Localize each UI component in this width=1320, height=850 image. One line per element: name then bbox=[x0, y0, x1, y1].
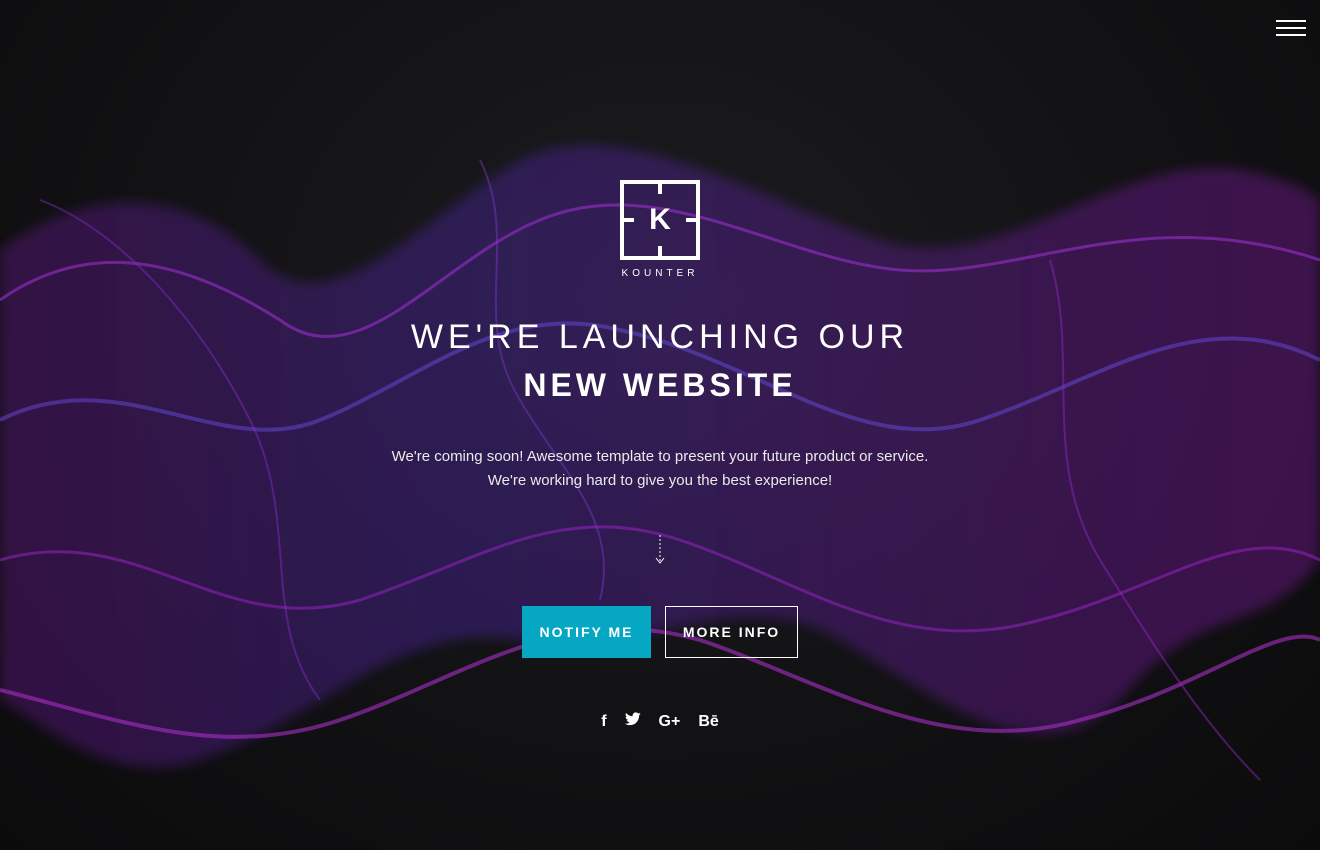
logo-tick-top bbox=[658, 184, 662, 194]
hero-description: We're coming soon! Awesome template to p… bbox=[0, 445, 1320, 493]
twitter-icon[interactable] bbox=[624, 712, 641, 731]
logo-tick-left bbox=[624, 218, 634, 222]
description-line-2: We're working hard to give you the best … bbox=[487, 472, 833, 489]
google-plus-icon[interactable]: G+ bbox=[659, 713, 681, 731]
hamburger-icon[interactable] bbox=[1276, 20, 1306, 40]
logo-tick-right bbox=[686, 218, 696, 222]
brand-name: KOUNTER bbox=[621, 268, 699, 279]
more-info-button[interactable]: MORE INFO bbox=[665, 606, 798, 658]
logo-letter: K bbox=[649, 203, 671, 236]
description-line-1: We're coming soon! Awesome template to p… bbox=[391, 448, 929, 465]
facebook-icon[interactable]: f bbox=[601, 713, 606, 731]
headline-line-1: WE'RE LAUNCHING OUR bbox=[410, 318, 910, 356]
hero-section: K KOUNTER WE'RE LAUNCHING OUR NEW WEBSIT… bbox=[0, 180, 1320, 731]
logo[interactable]: K bbox=[620, 180, 700, 260]
cta-buttons: NOTIFY ME MORE INFO bbox=[0, 606, 1320, 658]
behance-icon[interactable]: Bē bbox=[698, 713, 718, 731]
social-links: f G+ Bē bbox=[0, 712, 1320, 731]
headline-line-2: NEW WEBSITE bbox=[523, 367, 797, 403]
notify-me-button[interactable]: NOTIFY ME bbox=[522, 606, 651, 658]
scroll-down-arrow-icon[interactable] bbox=[653, 535, 667, 565]
logo-tick-bottom bbox=[658, 246, 662, 256]
